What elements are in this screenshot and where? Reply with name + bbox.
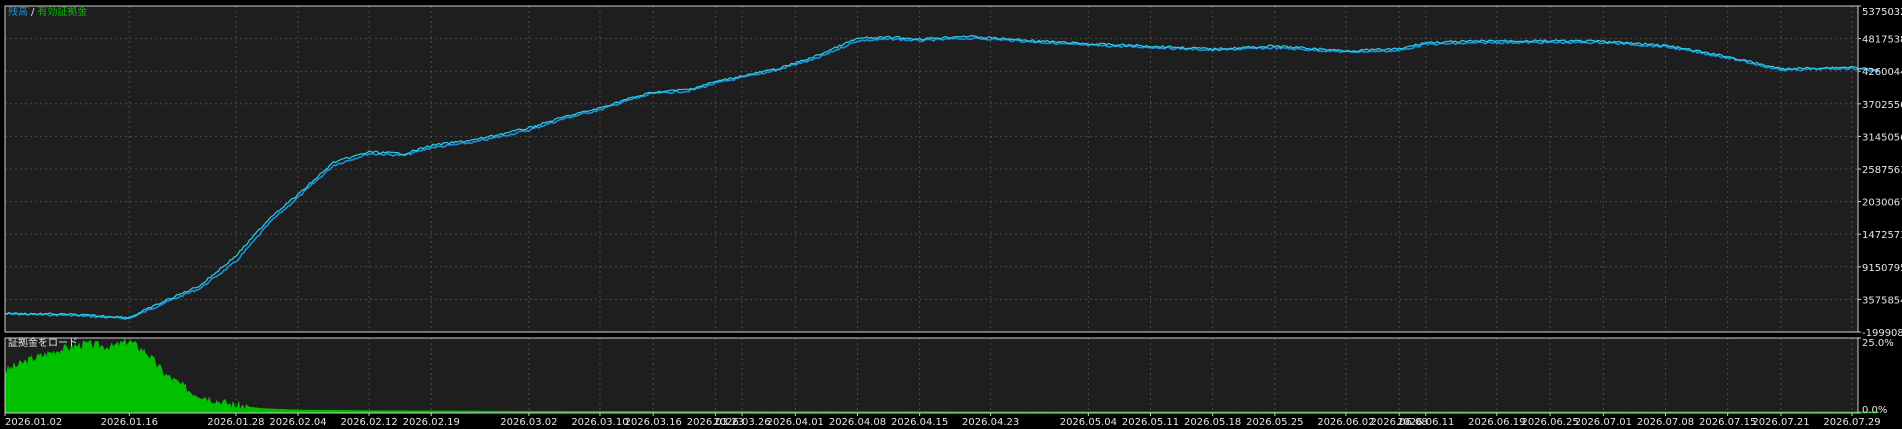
legend: 残高 / 有効証拠金 — [8, 5, 87, 18]
y-tick-label: 37025501 — [1862, 100, 1902, 111]
x-tick-label: 2026.03.16 — [625, 417, 682, 428]
x-tick-label: 2026.04.23 — [962, 417, 1019, 428]
y-tick-label: 0.0% — [1862, 405, 1887, 416]
y-tick-label: 14725736 — [1862, 230, 1902, 241]
x-tick-label: 2026.04.08 — [829, 417, 886, 428]
x-tick-label: 2026.05.25 — [1246, 417, 1303, 428]
chart-canvas: 53750324 48175383 42600442 37025501 31450560… — [0, 0, 1902, 429]
y-tick-label: 53750324 — [1862, 7, 1902, 18]
x-tick-label: 2026.01.02 — [5, 417, 62, 428]
x-tick-label: 2026.07.15 — [1699, 417, 1756, 428]
x-tick-label: 2026.03.10 — [571, 417, 628, 428]
legend-balance: 残高 — [8, 5, 28, 18]
x-tick-label: 2026.02.19 — [403, 417, 460, 428]
x-tick-label: 2026.04.01 — [767, 417, 824, 428]
margin-load-panel: 25.0% 0.0% 証拠金をロード — [4, 336, 1894, 416]
y-tick-label: 9150795 — [1862, 263, 1902, 274]
y-tick-label: 3575854 — [1862, 295, 1902, 306]
x-tick-label: 2026.01.28 — [207, 417, 264, 428]
balance-equity-panel: 53750324 48175383 42600442 37025501 31450560… — [4, 5, 1902, 339]
y-tick-label: 31450560 — [1862, 132, 1902, 143]
x-tick-label: 2026.01.16 — [101, 417, 158, 428]
load-plot-area — [5, 338, 1858, 413]
strategy-tester-chart: 53750324 48175383 42600442 37025501 31450560… — [0, 0, 1902, 429]
y-tick-label: 20300678 — [1862, 198, 1902, 209]
x-tick-label: 2026.06.11 — [1397, 417, 1454, 428]
x-tick-label: 2026.02.12 — [340, 417, 397, 428]
x-tick-label: 2026.06.25 — [1521, 417, 1578, 428]
x-tick-label: 2026.07.08 — [1637, 417, 1694, 428]
x-tick-label: 2026.05.11 — [1122, 417, 1179, 428]
x-tick-label: 2026.07.01 — [1575, 417, 1632, 428]
x-tick-label: 2026.06.02 — [1317, 417, 1374, 428]
x-tick-label: 2026.07.29 — [1823, 417, 1880, 428]
x-tick-label: 2026.06.19 — [1468, 417, 1525, 428]
y-tick-label: 42600442 — [1862, 67, 1902, 78]
x-tick-label: 2026.03.02 — [500, 417, 557, 428]
x-tick-label: 2026.02.04 — [269, 417, 326, 428]
load-panel-title: 証拠金をロード — [8, 336, 78, 349]
y-tick-label: 25.0% — [1862, 338, 1894, 349]
x-tick-label: 2026.03.26 — [713, 417, 770, 428]
x-tick-label: 2026.07.21 — [1752, 417, 1809, 428]
legend-equity: 有効証拠金 — [37, 5, 87, 18]
x-tick-label: 2026.05.04 — [1060, 417, 1117, 428]
y-tick-label: 48175383 — [1862, 35, 1902, 46]
x-tick-label: 2026.04.15 — [891, 417, 948, 428]
y-tick-label: 25875619 — [1862, 165, 1902, 176]
x-tick-label: 2026.05.18 — [1184, 417, 1241, 428]
